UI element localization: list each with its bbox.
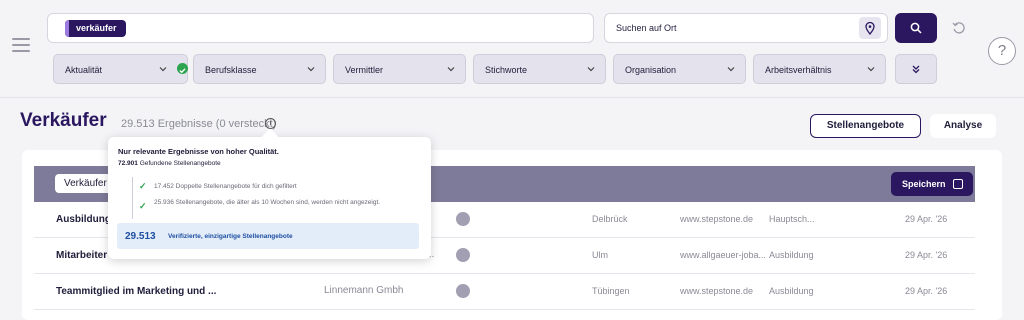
filter-label: Stichworte [485,65,528,75]
verified-count: 29.513 [125,231,156,242]
table-row[interactable]: Teammitglied im Marketing und ... Linnem… [34,274,975,310]
check-circle-icon [177,63,188,74]
filter-berufsklasse[interactable]: Berufsklasse [193,54,326,84]
tooltip-heading: Nur relevante Ergebnisse von hoher Quali… [118,147,279,156]
menu-icon[interactable] [12,38,30,52]
info-icon[interactable]: i [265,118,276,129]
found-count: 72.901 [118,160,138,167]
category: Ausbildung [769,286,814,296]
divider [132,177,133,219]
filter-label: Aktualität [65,65,103,75]
chevron-down-icon [867,65,875,75]
tooltip-found: 72.901 Gefundene Stellenangebote [118,160,221,167]
search-button[interactable] [895,13,937,43]
more-filters-button[interactable] [895,54,937,84]
reset-icon[interactable] [951,20,967,36]
job-offers-button[interactable]: Stellenangebote [810,114,921,138]
filter-arbeitsverhaeltnis[interactable]: Arbeitsverhältnis [753,54,886,84]
page-title: Verkäufer [20,110,107,131]
date: 29 Apr. '26 [905,286,948,296]
chevron-down-icon [447,65,455,75]
duplicates-filtered: 17.452 Doppelte Stellenangebote für dich… [154,183,297,190]
date: 29 Apr. '26 [905,214,948,224]
location-input[interactable]: Suchen auf Ort [604,13,888,43]
location-placeholder: Suchen auf Ort [616,23,677,33]
source: www.stepstone.de [680,286,754,296]
search-chip[interactable]: verkäufer [65,20,126,37]
analysis-button[interactable]: Analyse [930,114,996,138]
link-icon[interactable] [456,284,470,298]
found-label: Gefundene Stellenangebote [139,160,221,167]
results-info-tooltip: Nur relevante Ergebnisse von hoher Quali… [108,137,431,259]
check-icon: ✓ [139,181,147,191]
filter-vermittler[interactable]: Vermittler [333,54,466,84]
chevron-down-icon [307,65,315,75]
chevron-down-icon [159,65,167,75]
filter-label: Organisation [625,65,677,75]
city: Ulm [592,250,608,260]
search-icon [910,22,922,34]
top-bar: verkäufer Suchen auf Ort Aktualität Beru… [0,0,1024,98]
category: Hauptsch... [769,214,815,224]
category: Ausbildung [769,250,814,260]
filter-aktualitaet[interactable]: Aktualität [53,54,188,84]
verified-result: 29.513 Verifizierte, einzigartige Stelle… [117,223,419,249]
city: Tübingen [592,286,630,296]
filter-label: Berufsklasse [205,65,257,75]
job-title[interactable]: Mitarbeiter [56,250,107,261]
save-icon [953,179,963,189]
save-button[interactable]: Speichern [891,172,973,196]
date: 29 Apr. '26 [905,250,948,260]
help-icon[interactable]: ? [988,37,1016,65]
source: www.allgaeuer-joba... [680,250,767,260]
filter-organisation[interactable]: Organisation [613,54,746,84]
double-chevron-down-icon [912,65,920,74]
job-title[interactable]: Ausbildung [56,214,111,225]
link-icon[interactable] [456,248,470,262]
check-icon: ✓ [139,201,147,211]
save-label: Speichern [902,179,946,189]
chevron-down-icon [587,65,595,75]
city: Delbrück [592,214,628,224]
filter-label: Arbeitsverhältnis [765,65,832,75]
table-search-input[interactable]: Verkäufer [55,174,115,193]
link-icon[interactable] [456,212,470,226]
location-pin-icon[interactable] [859,17,881,39]
filter-label: Vermittler [345,65,384,75]
old-offers-hidden: 25.936 Stellenangebote, die älter als 10… [154,199,381,206]
results-count: 29.513 Ergebnisse (0 versteckt) [121,118,277,130]
job-title[interactable]: Teammitglied im Marketing und ... [56,286,216,297]
filter-stichworte[interactable]: Stichworte [473,54,606,84]
chevron-down-icon [727,65,735,75]
search-input[interactable]: verkäufer [47,13,594,43]
source: www.stepstone.de [680,214,754,224]
verified-label: Verifizierte, einzigartige Stellenangebo… [168,233,293,240]
company: Linnemann Gmbh [324,285,404,296]
